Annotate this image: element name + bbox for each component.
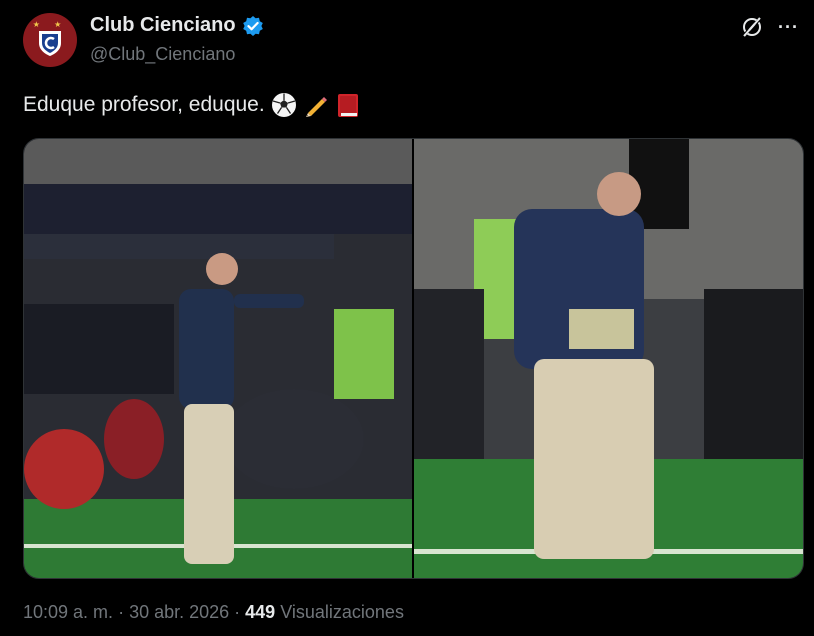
avatar[interactable]: ★ ★	[23, 13, 77, 67]
tweet-text-row: Eduque profesor, eduque.	[23, 92, 361, 118]
meta-separator: ·	[118, 602, 125, 622]
media-grid[interactable]	[23, 138, 804, 579]
club-crest-icon	[39, 31, 61, 56]
more-options-icon[interactable]: ···	[778, 17, 800, 37]
pencil-icon	[305, 97, 327, 117]
photo-coach-sideline-standing	[414, 139, 803, 578]
red-book-icon	[337, 94, 358, 117]
meta-separator: ·	[234, 602, 241, 622]
post-date[interactable]: 30 abr. 2026	[129, 602, 229, 623]
views-label[interactable]: Visualizaciones	[280, 602, 404, 623]
tweet-text: Eduque profesor, eduque.	[23, 93, 265, 116]
display-name[interactable]: Club Cienciano	[90, 14, 236, 37]
photo-coach-sideline-pointing	[24, 139, 412, 578]
photo-left[interactable]	[24, 139, 412, 578]
crest-stars-icon: ★ ★	[32, 20, 68, 29]
grok-icon[interactable]	[740, 15, 764, 39]
author-name-row[interactable]: Club Cienciano	[90, 14, 264, 37]
views-count[interactable]: 449	[245, 602, 275, 623]
post-time[interactable]: 10:09 a. m.	[23, 602, 113, 623]
soccer-ball-icon	[271, 93, 296, 117]
verified-badge-icon	[242, 15, 263, 36]
photo-right[interactable]	[414, 139, 803, 578]
tweet-meta: 10:09 a. m. · 30 abr. 2026 · 449 Visuali…	[23, 602, 404, 623]
handle[interactable]: @Club_Cienciano	[90, 44, 235, 65]
